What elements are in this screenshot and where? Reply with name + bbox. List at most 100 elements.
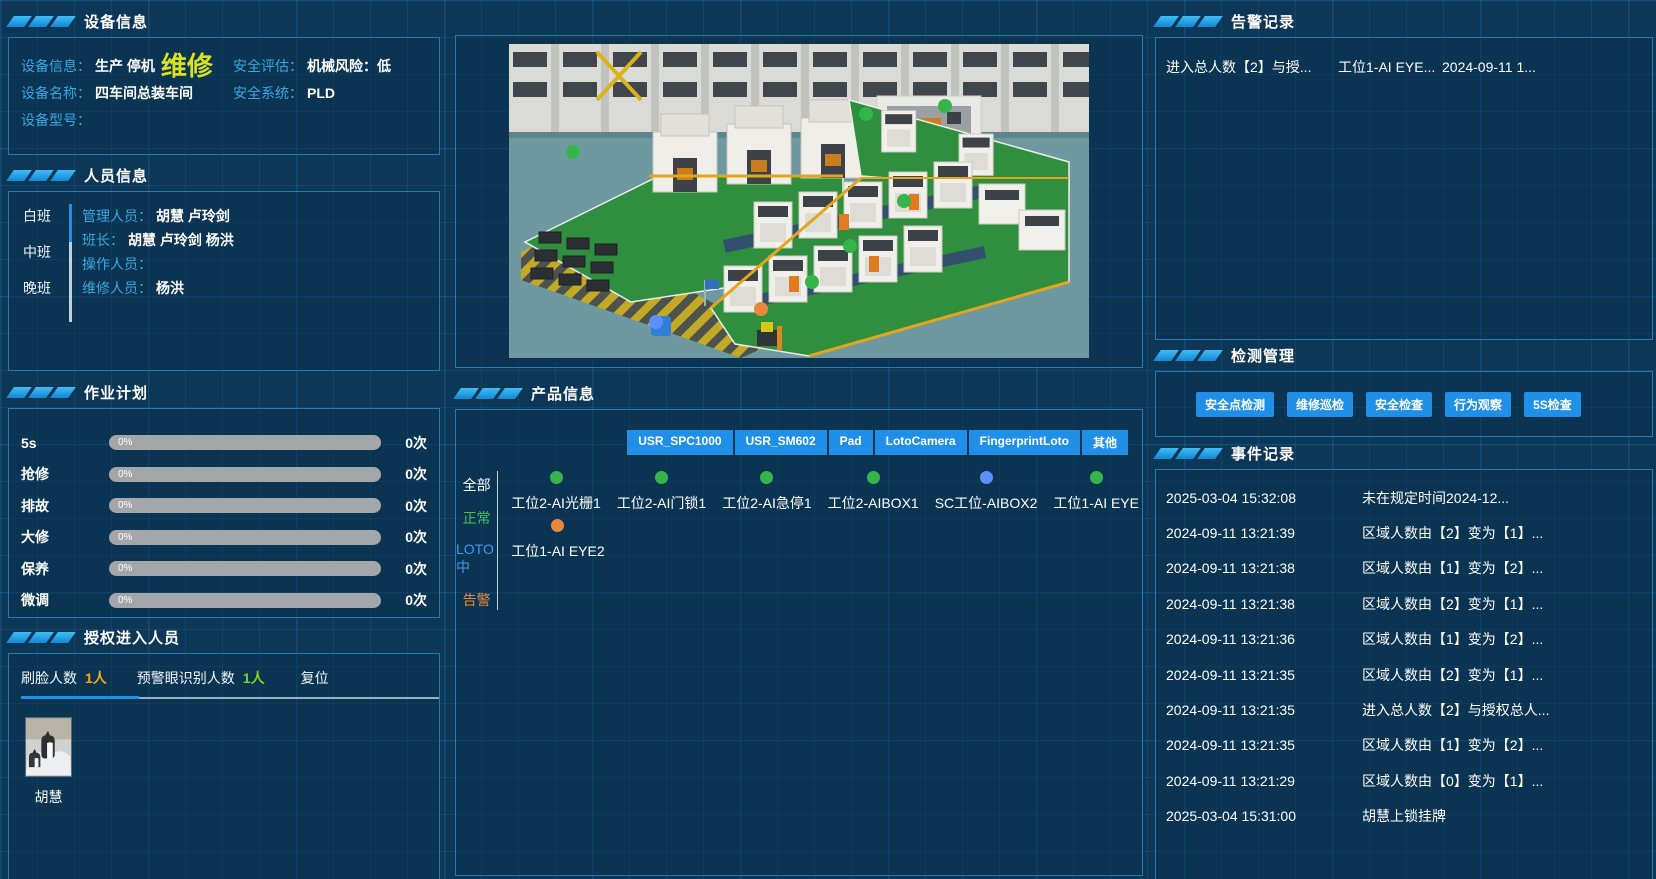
workplan-row: 5s0%0次 — [21, 427, 427, 459]
status-tab-告警[interactable]: 告警 — [463, 590, 491, 610]
shift-tab-中班[interactable]: 中班 — [19, 240, 67, 264]
alarm-row[interactable]: 进入总人数【2】与授...工位1-AI EYE...2024-09-11 1..… — [1166, 52, 1646, 82]
inspection-button-维修巡检[interactable]: 维修巡检 — [1287, 392, 1353, 417]
events-section: 事件记录 2025-03-04 15:32:08未在规定时间2024-12...… — [1155, 442, 1653, 879]
personnel-field-value: 杨洪 — [156, 278, 184, 298]
event-description: 区域人数由【2】变为【1】... — [1362, 594, 1646, 614]
filter-button-LotoCamera[interactable]: LotoCamera — [875, 430, 967, 455]
device-item[interactable]: 工位2-AI急停1 — [719, 471, 814, 513]
factory-marker-green — [566, 145, 580, 159]
section-arrows-icon — [10, 16, 72, 27]
workplan-count: 0次 — [381, 496, 427, 516]
device-item[interactable]: SC工位-AIBOX2 — [932, 471, 1041, 513]
filter-button-Pad[interactable]: Pad — [829, 430, 873, 455]
factory-view-panel — [455, 35, 1143, 368]
workplan-label: 抢修 — [21, 464, 109, 484]
authorized-title: 授权进入人员 — [84, 627, 180, 648]
event-time: 2024-09-11 13:21:35 — [1166, 667, 1362, 683]
event-time: 2025-03-04 15:31:00 — [1166, 808, 1362, 824]
factory-marker-green — [859, 107, 873, 121]
personnel-field-label: 管理人员： — [82, 206, 152, 226]
equipment-repair-highlight: 维修 — [161, 55, 213, 77]
inspection-button-5S检查[interactable]: 5S检查 — [1524, 392, 1581, 417]
event-time: 2025-03-04 15:32:08 — [1166, 490, 1362, 506]
inspection-button-安全点检测[interactable]: 安全点检测 — [1196, 392, 1274, 417]
shift-tab-白班[interactable]: 白班 — [19, 204, 67, 228]
event-row[interactable]: 2024-09-11 13:21:35区域人数由【2】变为【1】... — [1166, 657, 1646, 692]
device-item[interactable]: 工位2-AI门锁1 — [614, 471, 709, 513]
device-status-dot — [550, 471, 563, 484]
filter-button-其他[interactable]: 其他 — [1082, 430, 1128, 455]
event-row[interactable]: 2024-09-11 13:21:35区域人数由【1】变为【2】... — [1166, 728, 1646, 763]
workplan-label: 保养 — [21, 559, 109, 579]
event-row[interactable]: 2024-09-11 13:21:36区域人数由【1】变为【2】... — [1166, 622, 1646, 657]
device-status-dot — [867, 471, 880, 484]
eye-count-tab[interactable]: 预警眼识别人数 — [137, 668, 235, 688]
event-row[interactable]: 2024-09-11 13:21:38区域人数由【1】变为【2】... — [1166, 551, 1646, 586]
event-row[interactable]: 2024-09-11 13:21:38区域人数由【2】变为【1】... — [1166, 586, 1646, 621]
event-row[interactable]: 2024-09-11 13:21:35进入总人数【2】与授权总人... — [1166, 692, 1646, 727]
filter-button-USR_SPC1000[interactable]: USR_SPC1000 — [627, 430, 732, 455]
section-arrows-icon — [1157, 350, 1219, 361]
reset-button[interactable]: 复位 — [301, 668, 329, 688]
status-tab-全部[interactable]: 全部 — [463, 475, 491, 495]
event-row[interactable]: 2024-09-11 13:21:39区域人数由【2】变为【1】... — [1166, 515, 1646, 550]
personnel-field-row: 管理人员：胡慧 卢玲剑 — [82, 204, 429, 228]
filter-button-FingerprintLoto[interactable]: FingerprintLoto — [969, 430, 1080, 455]
events-panel: 2025-03-04 15:32:08未在规定时间2024-12...2024-… — [1155, 469, 1653, 879]
personnel-field-row: 维修人员：杨洪 — [82, 276, 429, 300]
device-status-dot — [551, 519, 564, 532]
workplan-count: 0次 — [381, 527, 427, 547]
event-description: 进入总人数【2】与授权总人... — [1362, 700, 1646, 720]
factory-marker-green — [938, 99, 952, 113]
product-status-tabs: 全部正常 LOTO中告警 — [456, 471, 497, 610]
equipment-name-value: 四车间总装车间 — [95, 83, 193, 103]
workplan-row: 大修0%0次 — [21, 522, 427, 554]
event-time: 2024-09-11 13:21:29 — [1166, 773, 1362, 789]
inspection-title: 检测管理 — [1231, 345, 1295, 366]
device-name: SC工位-AIBOX2 — [935, 493, 1038, 513]
equipment-header: 设备信息 — [8, 10, 440, 32]
status-tab-LOTO中[interactable]: LOTO中 — [456, 541, 497, 577]
workplan-progressbar: 0% — [109, 498, 381, 513]
factory-3d-view[interactable] — [509, 44, 1089, 358]
event-description: 区域人数由【1】变为【2】... — [1362, 629, 1646, 649]
alarm-section: 告警记录 进入总人数【2】与授...工位1-AI EYE...2024-09-1… — [1155, 10, 1653, 340]
inspection-button-行为观察[interactable]: 行为观察 — [1445, 392, 1511, 417]
event-description: 胡慧上锁挂牌 — [1362, 806, 1646, 826]
shift-divider — [69, 204, 72, 322]
device-row: 工位2-AI光栅1 工位2-AI门锁1工位2-AI急停1 工位2-AIBOX1 SC工… — [508, 471, 1142, 513]
device-name: 工位1-AI EYE — [1053, 493, 1139, 513]
shift-tab-晚班[interactable]: 晚班 — [19, 276, 67, 300]
inspection-button-安全检查[interactable]: 安全检查 — [1366, 392, 1432, 417]
event-row[interactable]: 2025-03-04 15:31:00胡慧上锁挂牌 — [1166, 799, 1646, 834]
workplan-label: 排故 — [21, 496, 109, 516]
workplan-row: 微调0%0次 — [21, 585, 427, 617]
workplan-percent: 0% — [118, 437, 132, 448]
workplan-progressbar: 0% — [109, 561, 381, 576]
event-row[interactable]: 2025-03-04 15:32:08未在规定时间2024-12... — [1166, 480, 1646, 515]
device-item[interactable]: 工位2-AI光栅1 — [508, 471, 603, 513]
workplan-count: 0次 — [381, 590, 427, 610]
device-item[interactable]: 工位1-AI EYE2 — [508, 519, 607, 561]
face-count-tab[interactable]: 刷脸人数 — [21, 668, 77, 688]
alarm-message: 进入总人数【2】与授... — [1166, 57, 1338, 77]
status-tab-正常[interactable]: 正常 — [463, 508, 491, 528]
face-count-value[interactable]: 1人 — [85, 668, 107, 688]
device-item[interactable]: 工位1-AI EYE — [1050, 471, 1142, 513]
section-arrows-icon — [1157, 16, 1219, 27]
workplan-count: 0次 — [381, 559, 427, 579]
event-row[interactable]: 2024-09-11 13:21:29区域人数由【0】变为【1】... — [1166, 763, 1646, 798]
safety-assess-label: 安全评估： — [233, 56, 303, 76]
device-item[interactable]: 工位2-AIBOX1 — [825, 471, 922, 513]
event-description: 区域人数由【1】变为【2】... — [1362, 558, 1646, 578]
workplan-row: 保养0%0次 — [21, 553, 427, 585]
section-arrows-icon — [10, 387, 72, 398]
product-title: 产品信息 — [531, 383, 595, 404]
filter-button-USR_SM602[interactable]: USR_SM602 — [735, 430, 827, 455]
workplan-row: 抢修0%0次 — [21, 459, 427, 491]
personnel-panel: 白班中班晚班 管理人员：胡慧 卢玲剑班长：胡慧 卢玲剑 杨洪操作人员：维修人员：… — [8, 191, 440, 371]
eye-count-value[interactable]: 1人 — [243, 668, 265, 688]
device-status-dot — [760, 471, 773, 484]
person-card[interactable]: 胡慧 — [25, 717, 85, 807]
